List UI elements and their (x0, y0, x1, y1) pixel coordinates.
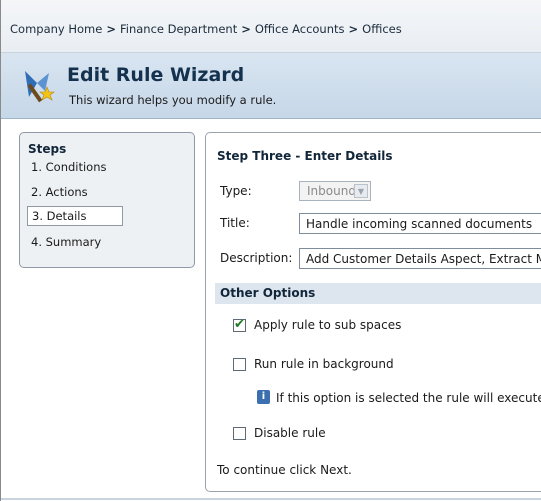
disable-rule-label[interactable]: Disable rule (254, 426, 326, 440)
title-label: Title: (220, 216, 250, 230)
type-select-value: Inbound (307, 184, 356, 198)
description-label: Description: (220, 251, 293, 265)
apply-sub-spaces-checkbox[interactable]: ✔ (233, 317, 246, 332)
title-input[interactable]: Handle incoming scanned documents (299, 213, 541, 234)
step-conditions[interactable]: 1. Conditions (27, 158, 111, 176)
type-label: Type: (220, 184, 252, 198)
background-info-text: If this option is selected the rule will… (276, 391, 541, 405)
steps-title: Steps (28, 142, 67, 156)
other-options-title: Other Options (220, 286, 316, 300)
step-actions[interactable]: 2. Actions (27, 183, 92, 201)
wizard-wand-icon (19, 63, 59, 105)
step-heading: Step Three - Enter Details (217, 149, 393, 163)
breadcrumb-bar: Company Home > Finance Department > Office A… (1, 0, 541, 53)
step-details[interactable]: 3. Details (27, 206, 123, 226)
breadcrumb-item-offices[interactable]: Offices (362, 22, 402, 36)
bottom-divider (1, 498, 541, 500)
steps-panel: Steps 1. Conditions 2. Actions 3. Detail… (19, 132, 195, 268)
apply-sub-spaces-label[interactable]: Apply rule to sub spaces (254, 318, 401, 332)
chevron-down-icon: ▼ (354, 184, 368, 198)
description-input[interactable]: Add Customer Details Aspect, Extract M (299, 248, 541, 269)
wizard-subtitle: This wizard helps you modify a rule. (69, 93, 277, 107)
breadcrumb-item-office-accounts[interactable]: Office Accounts (255, 22, 345, 36)
breadcrumb-item-finance-department[interactable]: Finance Department (120, 22, 237, 36)
wizard-header: Edit Rule Wizard This wizard helps you m… (1, 53, 541, 119)
disable-rule-checkbox[interactable] (233, 427, 246, 440)
wizard-title: Edit Rule Wizard (67, 64, 245, 86)
step-summary[interactable]: 4. Summary (27, 233, 105, 251)
type-select[interactable]: Inbound ▼ (299, 181, 371, 201)
breadcrumb-item-company-home[interactable]: Company Home (10, 22, 102, 36)
continue-instruction: To continue click Next. (217, 463, 352, 477)
breadcrumb-separator: > (106, 22, 116, 36)
breadcrumb-separator: > (241, 22, 251, 36)
run-background-checkbox[interactable] (233, 358, 246, 371)
details-panel: Step Three - Enter Details Type: Inbound… (205, 132, 541, 492)
breadcrumb: Company Home > Finance Department > Office A… (10, 22, 402, 36)
other-options-header: Other Options (215, 283, 541, 304)
info-icon: i (257, 390, 270, 404)
run-background-label[interactable]: Run rule in background (254, 357, 394, 371)
checkmark-icon: ✔ (234, 317, 245, 332)
breadcrumb-separator: > (348, 22, 359, 36)
